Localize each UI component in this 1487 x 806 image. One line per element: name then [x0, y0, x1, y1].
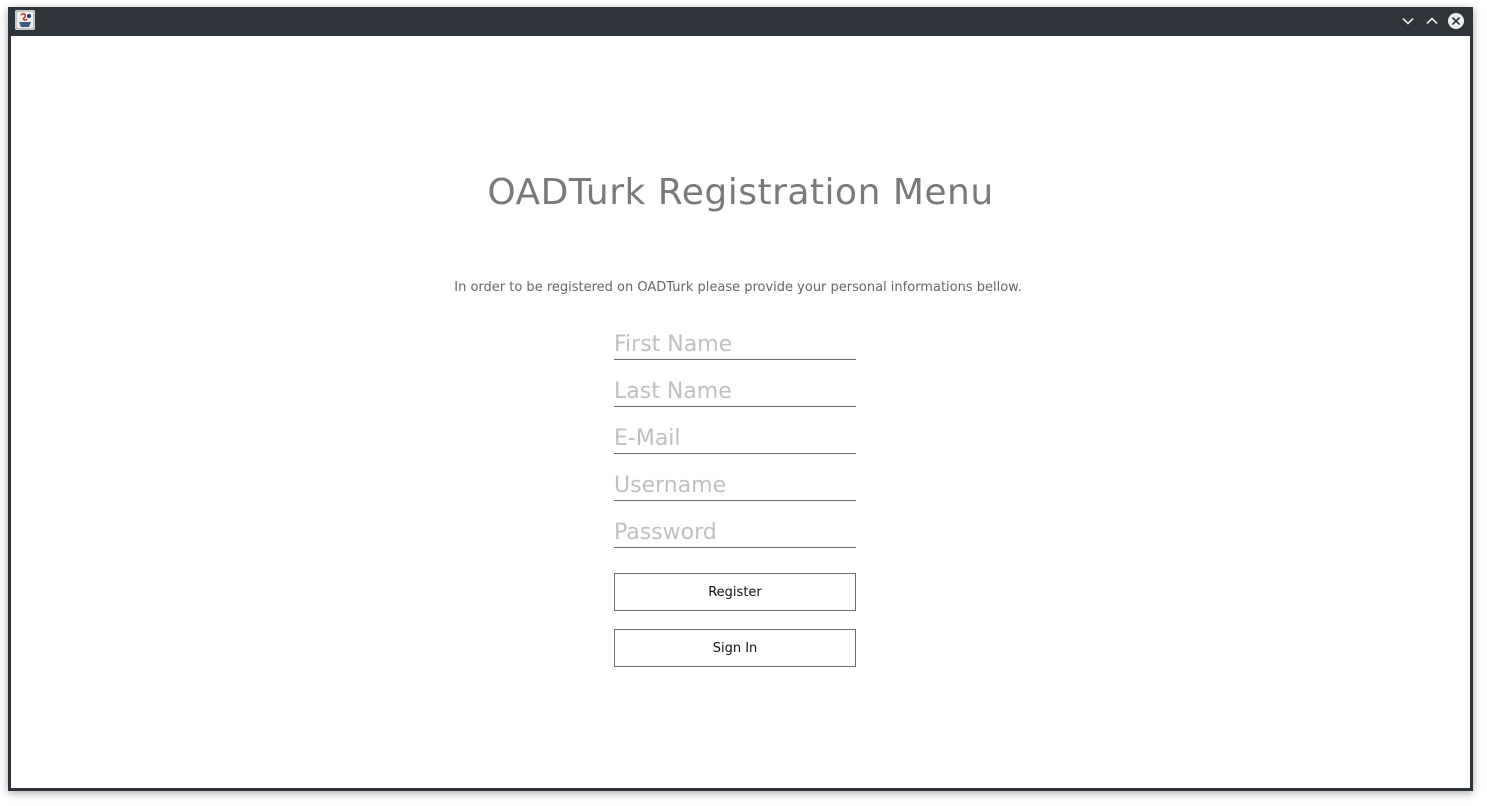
- register-button[interactable]: Register: [614, 573, 856, 611]
- last-name-field[interactable]: [614, 376, 856, 407]
- title-bar[interactable]: [8, 7, 1473, 36]
- maximize-button[interactable]: [1423, 12, 1441, 30]
- minimize-button[interactable]: [1399, 12, 1417, 30]
- app-window: OADTurk Registration Menu In order to be…: [8, 7, 1473, 791]
- password-field[interactable]: [614, 517, 856, 548]
- username-field[interactable]: [614, 470, 856, 501]
- email-field[interactable]: [614, 423, 856, 454]
- close-circle-icon: [1448, 13, 1464, 29]
- first-name-field[interactable]: [614, 329, 856, 360]
- sign-in-button[interactable]: Sign In: [614, 629, 856, 667]
- registration-panel: OADTurk Registration Menu In order to be…: [11, 36, 1470, 788]
- page-title: OADTurk Registration Menu: [487, 172, 994, 213]
- chevron-down-icon: [1402, 17, 1414, 25]
- instructions-text: In order to be registered on OADTurk ple…: [454, 280, 1022, 295]
- close-button[interactable]: [1447, 12, 1465, 30]
- java-app-icon: [15, 10, 35, 30]
- chevron-up-icon: [1426, 17, 1438, 25]
